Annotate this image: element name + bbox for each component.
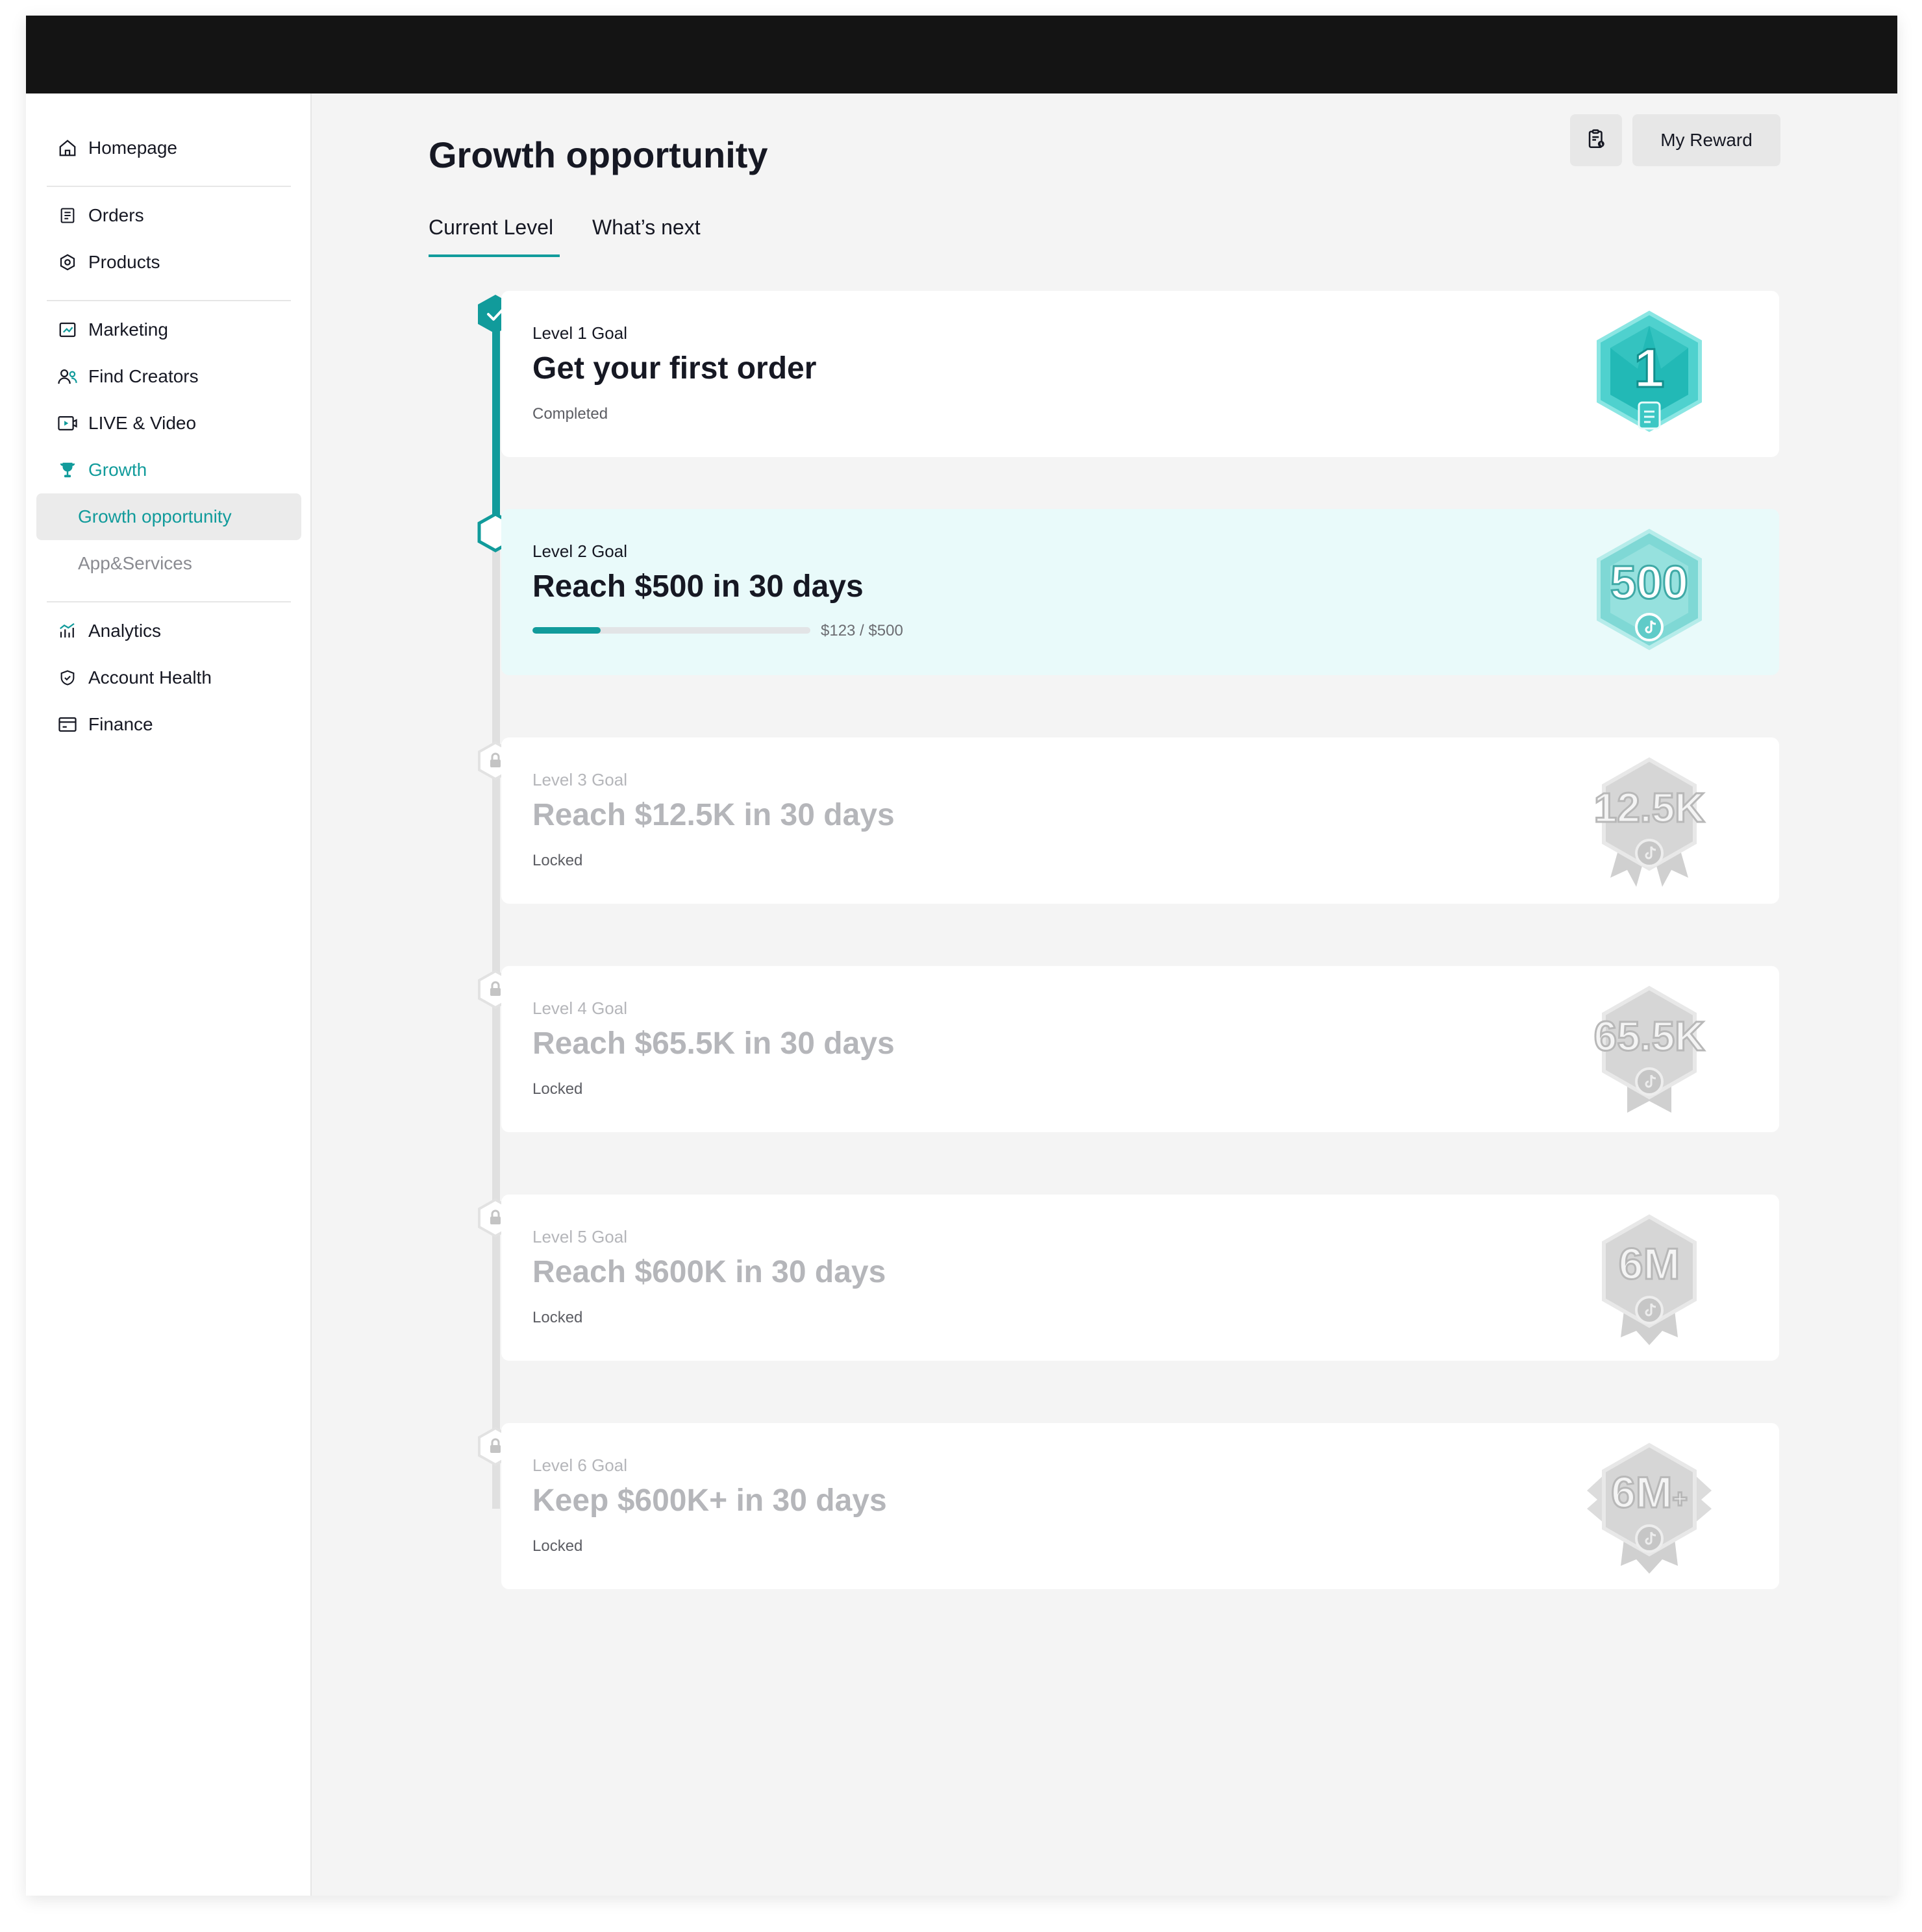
sidebar-item-label: App&Services bbox=[78, 553, 192, 573]
sidebar-item-label: Growth bbox=[88, 460, 147, 480]
badge-text: 1 bbox=[1634, 338, 1665, 399]
level-goal-title: Reach $65.5K in 30 days bbox=[532, 1026, 895, 1061]
active-tab-indicator bbox=[429, 254, 560, 257]
trophy-icon bbox=[57, 460, 78, 480]
level-label: Level 1 Goal bbox=[532, 323, 627, 343]
app-window: Homepage Orders Products Marketing Find … bbox=[26, 16, 1897, 1896]
sidebar-divider bbox=[47, 601, 291, 602]
level-label: Level 2 Goal bbox=[532, 541, 627, 561]
page-title: Growth opportunity bbox=[429, 134, 768, 175]
level-status: Completed bbox=[532, 405, 608, 423]
level-card[interactable]: Level 6 Goal Keep $600K+ in 30 days Lock… bbox=[501, 1423, 1779, 1589]
level-status: Locked bbox=[532, 1309, 583, 1326]
level-4-badge: 65.5K bbox=[1584, 979, 1714, 1119]
progress-text: $123 / $500 bbox=[821, 622, 903, 639]
sidebar-item-label: Orders bbox=[88, 205, 144, 225]
level-6-badge: 6M+ bbox=[1584, 1436, 1714, 1576]
sidebar-item-account-health[interactable]: Account Health bbox=[36, 654, 301, 701]
sidebar-item-marketing[interactable]: Marketing bbox=[36, 306, 301, 353]
level-card[interactable]: Level 2 Goal Reach $500 in 30 days $123 … bbox=[501, 509, 1779, 675]
level-5-badge: 6M bbox=[1584, 1208, 1714, 1348]
sidebar-divider bbox=[47, 300, 291, 301]
sidebar-divider bbox=[47, 186, 291, 187]
sidebar: Homepage Orders Products Marketing Find … bbox=[26, 93, 312, 1896]
sidebar-item-label: Analytics bbox=[88, 621, 162, 641]
sidebar-item-analytics[interactable]: Analytics bbox=[36, 608, 301, 654]
progress-fill bbox=[532, 627, 601, 634]
tab-current-level[interactable]: Current Level bbox=[429, 216, 553, 240]
tab-whats-next[interactable]: What’s next bbox=[592, 216, 701, 240]
level-status: Locked bbox=[532, 1537, 583, 1555]
level-label: Level 4 Goal bbox=[532, 998, 627, 1018]
level-card[interactable]: Level 5 Goal Reach $600K in 30 days Lock… bbox=[501, 1195, 1779, 1361]
level-label: Level 5 Goal bbox=[532, 1227, 627, 1246]
badge-text: 65.5K bbox=[1594, 1013, 1705, 1059]
sidebar-item-label: Marketing bbox=[88, 319, 168, 340]
finance-icon bbox=[57, 714, 78, 735]
level-label: Level 3 Goal bbox=[532, 770, 627, 789]
sidebar-item-homepage[interactable]: Homepage bbox=[36, 125, 301, 171]
level-card[interactable]: Level 3 Goal Reach $12.5K in 30 days Loc… bbox=[501, 737, 1779, 904]
level-goal-title: Reach $12.5K in 30 days bbox=[532, 798, 895, 832]
level-status: Locked bbox=[532, 1080, 583, 1098]
level-2-badge: 500 bbox=[1584, 522, 1714, 662]
level-1-badge: 1 bbox=[1584, 304, 1714, 444]
badge-text: 12.5K bbox=[1594, 784, 1705, 831]
reward-history-button[interactable] bbox=[1570, 114, 1622, 166]
analytics-icon bbox=[57, 621, 78, 641]
shield-icon bbox=[57, 667, 78, 688]
sidebar-item-label: Homepage bbox=[88, 138, 177, 158]
badge-text: 500 bbox=[1610, 557, 1688, 609]
clipboard-icon bbox=[1585, 128, 1607, 153]
sidebar-item-label: Finance bbox=[88, 714, 153, 734]
level-label: Level 6 Goal bbox=[532, 1455, 627, 1475]
level-goal-title: Keep $600K+ in 30 days bbox=[532, 1483, 887, 1518]
level-goal-title: Reach $500 in 30 days bbox=[532, 569, 864, 604]
sidebar-item-orders[interactable]: Orders bbox=[36, 192, 301, 239]
products-icon bbox=[57, 252, 78, 273]
home-icon bbox=[57, 138, 78, 158]
sidebar-item-label: Account Health bbox=[88, 667, 212, 687]
sidebar-item-growth[interactable]: Growth bbox=[36, 447, 301, 493]
sidebar-item-label: LIVE & Video bbox=[88, 413, 197, 433]
creators-icon bbox=[57, 366, 78, 387]
sidebar-item-growth-opportunity[interactable]: Growth opportunity bbox=[36, 493, 301, 540]
progress-bar bbox=[532, 627, 810, 634]
main-content: Growth opportunity My Reward Current Lev… bbox=[312, 93, 1897, 1896]
live-video-icon bbox=[57, 413, 78, 434]
sidebar-item-find-creators[interactable]: Find Creators bbox=[36, 353, 301, 400]
level-card[interactable]: Level 1 Goal Get your first order Comple… bbox=[501, 291, 1779, 457]
sidebar-item-label: Find Creators bbox=[88, 366, 199, 386]
badge-text: 6M bbox=[1619, 1239, 1680, 1289]
level-3-badge: 12.5K bbox=[1584, 750, 1714, 891]
level-status: Locked bbox=[532, 852, 583, 869]
sidebar-item-finance[interactable]: Finance bbox=[36, 701, 301, 748]
orders-icon bbox=[57, 205, 78, 226]
timeline-line bbox=[492, 541, 500, 1509]
marketing-icon bbox=[57, 319, 78, 340]
level-card[interactable]: Level 4 Goal Reach $65.5K in 30 days Loc… bbox=[501, 966, 1779, 1132]
sidebar-item-live-video[interactable]: LIVE & Video bbox=[36, 400, 301, 447]
timeline-progress-line bbox=[492, 314, 500, 528]
sidebar-item-products[interactable]: Products bbox=[36, 239, 301, 286]
top-bar bbox=[26, 16, 1897, 93]
level-goal-title: Reach $600K in 30 days bbox=[532, 1255, 886, 1289]
sidebar-item-label: Products bbox=[88, 252, 160, 272]
my-reward-button[interactable]: My Reward bbox=[1632, 114, 1780, 166]
sidebar-item-app-services[interactable]: App&Services bbox=[36, 540, 301, 587]
sidebar-item-label: Growth opportunity bbox=[78, 506, 232, 526]
level-goal-title: Get your first order bbox=[532, 351, 817, 386]
